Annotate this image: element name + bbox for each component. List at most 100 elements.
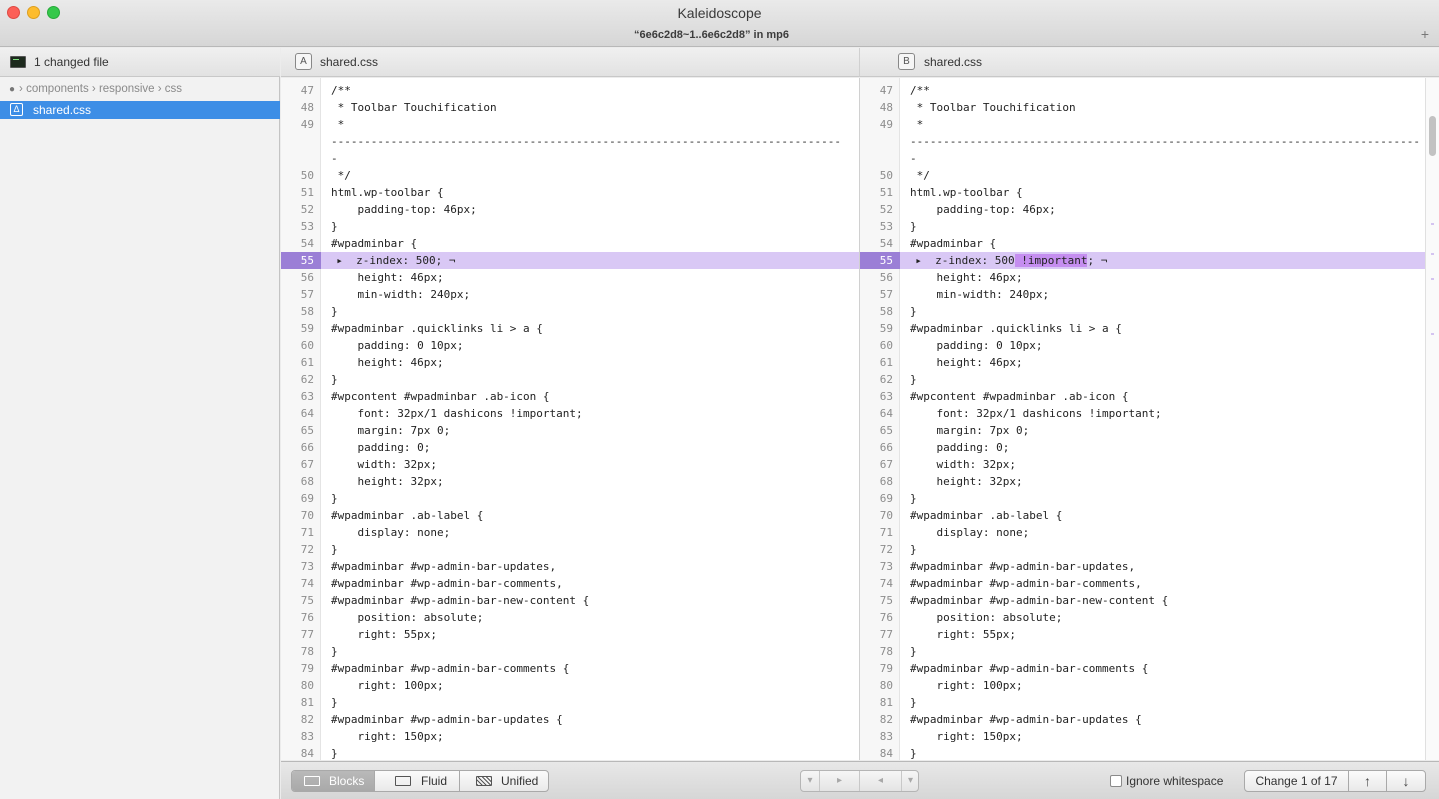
code-line[interactable]: 52 padding-top: 46px; [860, 201, 1425, 218]
code-line[interactable]: 69} [281, 490, 859, 507]
merge-left-menu-button[interactable]: ▾ [801, 771, 819, 791]
code-line[interactable]: 61 height: 46px; [860, 354, 1425, 371]
code-line[interactable]: 53} [860, 218, 1425, 235]
code-line[interactable]: 68 height: 32px; [860, 473, 1425, 490]
code-line[interactable]: 62} [860, 371, 1425, 388]
folder-breadcrumb[interactable]: ● › components › responsive › css [9, 83, 182, 95]
code-line[interactable]: 83 right: 150px; [860, 728, 1425, 745]
code-line[interactable]: 72} [281, 541, 859, 558]
code-line[interactable]: 70 #wpadminbar .ab-label { [860, 507, 1425, 524]
code-line[interactable]: 71 display: none; [860, 524, 1425, 541]
merge-right-menu-button[interactable]: ▾ [901, 771, 919, 791]
code-line[interactable]: 83 right: 150px; [281, 728, 859, 745]
code-line[interactable]: 60 padding: 0 10px; [281, 337, 859, 354]
code-line[interactable]: 79 #wpadminbar #wp-admin-bar-comments { [281, 660, 859, 677]
fluid-layout-button[interactable]: Fluid [375, 771, 459, 791]
code-line[interactable]: 47 /** [281, 82, 859, 99]
merge-left-button[interactable]: ◂ [859, 771, 901, 791]
code-line[interactable]: 64 font: 32px/1 dashicons !important; [860, 405, 1425, 422]
code-line[interactable]: 82 #wpadminbar #wp-admin-bar-updates { [281, 711, 859, 728]
code-line[interactable]: 66 padding: 0; [860, 439, 1425, 456]
code-line[interactable]: 48 * Toolbar Touchification [860, 99, 1425, 116]
code-line[interactable]: 68 height: 32px; [281, 473, 859, 490]
code-line[interactable]: 49 * [281, 116, 859, 133]
code-line[interactable]: 47 /** [860, 82, 1425, 99]
code-line[interactable]: 78} [281, 643, 859, 660]
code-line[interactable]: ----------------------------------------… [860, 133, 1425, 150]
scroll-thumb[interactable] [1429, 116, 1436, 156]
code-line[interactable]: 54 #wpadminbar { [281, 235, 859, 252]
code-line[interactable]: 65 margin: 7px 0; [281, 422, 859, 439]
pane-b-badge[interactable]: B [898, 53, 915, 70]
code-line[interactable]: 81} [281, 694, 859, 711]
code-line[interactable]: 65 margin: 7px 0; [860, 422, 1425, 439]
vertical-scrollbar[interactable] [1425, 78, 1439, 760]
code-line[interactable]: 78} [860, 643, 1425, 660]
ignore-whitespace-checkbox[interactable] [1110, 775, 1122, 787]
code-line[interactable]: 51 html.wp-toolbar { [281, 184, 859, 201]
code-line[interactable]: 56 height: 46px; [281, 269, 859, 286]
code-line[interactable]: 81} [860, 694, 1425, 711]
code-line[interactable]: 73 #wpadminbar #wp-admin-bar-updates, [281, 558, 859, 575]
code-line[interactable]: 56 height: 46px; [860, 269, 1425, 286]
pane-a-code[interactable]: 47/** 48 * Toolbar Touchification 49 * ----… [281, 78, 860, 760]
code-line[interactable]: 50 */ [860, 167, 1425, 184]
pane-a-badge[interactable]: A [295, 53, 312, 70]
code-line[interactable]: 57 min-width: 240px; [281, 286, 859, 303]
code-line[interactable]: 50 */ [281, 167, 859, 184]
code-line[interactable]: 73 #wpadminbar #wp-admin-bar-updates, [860, 558, 1425, 575]
code-line[interactable]: 64 font: 32px/1 dashicons !important; [281, 405, 859, 422]
code-line[interactable]: 54 #wpadminbar { [860, 235, 1425, 252]
code-line[interactable]: 63 #wpcontent #wpadminbar .ab-icon { [281, 388, 859, 405]
code-line[interactable]: 80 right: 100px; [860, 677, 1425, 694]
code-line[interactable]: 75 #wpadminbar #wp-admin-bar-new-content … [281, 592, 859, 609]
file-list-item-shared-css[interactable]: Δ shared.css [0, 101, 280, 119]
code-line[interactable]: 67 width: 32px; [281, 456, 859, 473]
code-line[interactable]: 79 #wpadminbar #wp-admin-bar-comments { [860, 660, 1425, 677]
code-line[interactable]: 60 padding: 0 10px; [860, 337, 1425, 354]
code-line[interactable]: 75 #wpadminbar #wp-admin-bar-new-content … [860, 592, 1425, 609]
code-line[interactable]: 59 #wpadminbar .quicklinks li > a { [281, 320, 859, 337]
code-line[interactable]: 80 right: 100px; [281, 677, 859, 694]
code-line[interactable]: 82 #wpadminbar #wp-admin-bar-updates { [860, 711, 1425, 728]
code-line[interactable]: 72} [860, 541, 1425, 558]
code-line[interactable]: 58} [860, 303, 1425, 320]
previous-change-button[interactable]: ↑ [1349, 771, 1387, 791]
code-line[interactable]: 48 * Toolbar Touchification [281, 99, 859, 116]
code-line[interactable]: 84} [281, 745, 859, 760]
changed-code-line[interactable]: 55 ▸ z-index: 500 !important; ¬ [860, 252, 1425, 269]
changed-code-line[interactable]: 55 ▸ z-index: 500; ¬ [281, 252, 859, 269]
code-line[interactable]: 52 padding-top: 46px; [281, 201, 859, 218]
code-line[interactable]: 59 #wpadminbar .quicklinks li > a { [860, 320, 1425, 337]
code-line[interactable]: 74 #wpadminbar #wp-admin-bar-comments, [860, 575, 1425, 592]
code-line[interactable]: 63 #wpcontent #wpadminbar .ab-icon { [860, 388, 1425, 405]
code-line[interactable]: 53} [281, 218, 859, 235]
code-line[interactable]: - [281, 150, 859, 167]
ignore-whitespace-label[interactable]: Ignore whitespace [1126, 774, 1223, 788]
code-line[interactable]: 76 position: absolute; [281, 609, 859, 626]
code-line[interactable]: 61 height: 46px; [281, 354, 859, 371]
code-line[interactable]: 71 display: none; [281, 524, 859, 541]
code-line[interactable]: ----------------------------------------… [281, 133, 859, 150]
code-line[interactable]: 77 right: 55px; [281, 626, 859, 643]
code-line[interactable]: 69} [860, 490, 1425, 507]
code-line[interactable]: 51 html.wp-toolbar { [860, 184, 1425, 201]
code-line[interactable]: 84} [860, 745, 1425, 760]
code-line[interactable]: 76 position: absolute; [860, 609, 1425, 626]
pane-b-code[interactable]: 47/** 48 * Toolbar Touchification 49 * ----… [860, 78, 1425, 760]
code-line[interactable]: 62} [281, 371, 859, 388]
document-tab[interactable]: “6e6c2d8~1..6e6c2d8” in mp6 [9, 24, 1414, 46]
code-line[interactable]: 58} [281, 303, 859, 320]
unified-layout-button[interactable]: Unified [460, 771, 548, 791]
new-tab-button[interactable]: + [1417, 25, 1433, 43]
code-line[interactable]: 70 #wpadminbar .ab-label { [281, 507, 859, 524]
code-line[interactable]: 49 * [860, 116, 1425, 133]
code-line[interactable]: 74 #wpadminbar #wp-admin-bar-comments, [281, 575, 859, 592]
code-line[interactable]: - [860, 150, 1425, 167]
code-line[interactable]: 77 right: 55px; [860, 626, 1425, 643]
code-line[interactable]: 57 min-width: 240px; [860, 286, 1425, 303]
code-line[interactable]: 67 width: 32px; [860, 456, 1425, 473]
next-change-button[interactable]: ↓ [1387, 771, 1425, 791]
blocks-layout-button[interactable]: Blocks [292, 771, 374, 791]
code-line[interactable]: 66 padding: 0; [281, 439, 859, 456]
